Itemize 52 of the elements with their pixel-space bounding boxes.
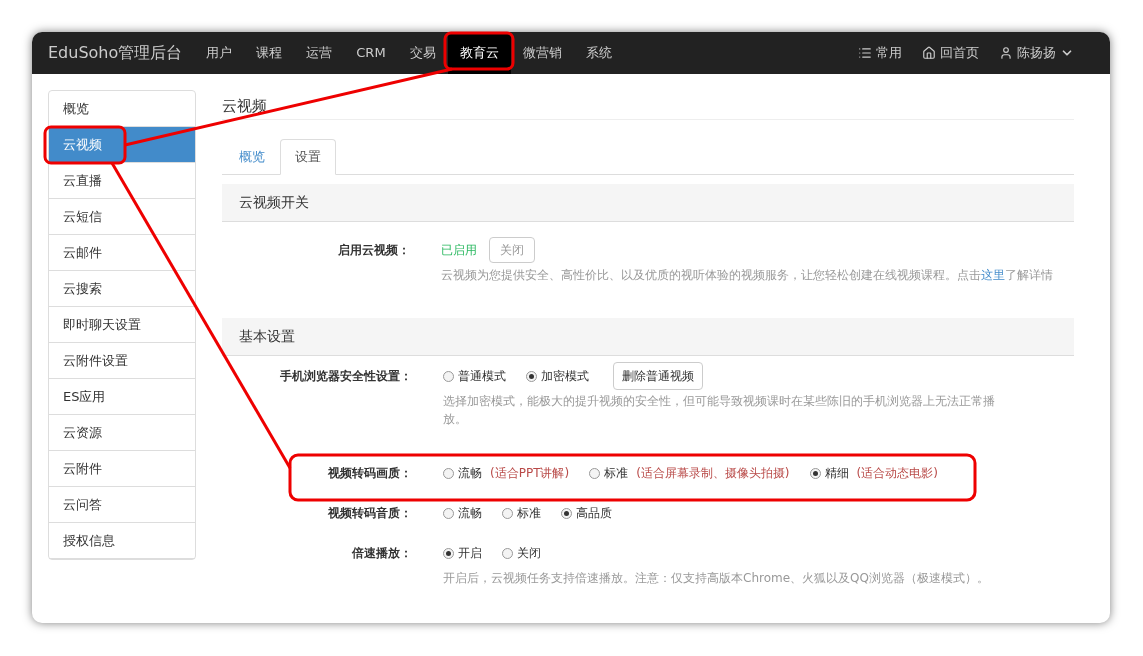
section-header: 基本设置 [222, 318, 1074, 356]
tab[interactable]: 设置 [280, 139, 336, 175]
nav-item[interactable]: 课程 [244, 32, 295, 74]
radio-label: 加密模式 [541, 368, 589, 385]
help-text: 选择加密模式，能极大的提升视频的安全性，但可能导致视频课时在某些陈旧的手机浏览器上无法正常播放。 [443, 393, 996, 428]
sidebar-item[interactable]: 授权信息 [49, 523, 195, 559]
sidebar-item[interactable]: 云附件 [49, 451, 195, 487]
sidebar-item[interactable]: 云邮件 [49, 235, 195, 271]
nav-item[interactable]: 交易 [397, 32, 448, 74]
nav-item[interactable]: CRM [344, 32, 398, 74]
sidebar-item[interactable]: 云搜索 [49, 271, 195, 307]
help-text: 云视频为您提供安全、高性价比、以及优质的视听体验的视频服务，让您轻松创建在线视频课程。点击这里了解详情 [440, 267, 1054, 284]
sidebar-item[interactable]: 云直播 [49, 163, 195, 199]
page-title: 云视频 [222, 97, 267, 115]
nav-item[interactable]: 运营 [294, 32, 345, 74]
nav-link[interactable]: 陈扬扬 [999, 43, 1074, 63]
status-text: 已启用 [440, 242, 477, 259]
nav-link[interactable]: 回首页 [922, 43, 979, 63]
section-header: 云视频开关 [222, 184, 1074, 222]
nav-item[interactable]: 系统 [573, 32, 624, 74]
sidebar-item[interactable]: 即时聊天设置 [49, 307, 195, 343]
brand-logo[interactable]: EduSoho管理后台 [48, 41, 183, 65]
radio-label: 高品质 [576, 505, 612, 522]
help-text: 开启后，云视频任务支持倍速播放。注意：仅支持高版本Chrome、火狐以及QQ浏览器（极速模式）。 [443, 570, 990, 587]
nav-link[interactable]: 常用 [858, 43, 902, 63]
radio-label: 开启 [458, 545, 482, 562]
field-label: 倍速播放： [351, 545, 412, 562]
radio-label: 标准 [517, 505, 541, 522]
radio-label: 标准 [604, 465, 629, 482]
sidebar-item[interactable]: 云资源 [49, 415, 195, 451]
radio-label: 流畅 [458, 505, 482, 522]
radio-label: 流畅 [458, 465, 482, 482]
radio-label: 普通模式 [458, 368, 506, 385]
nav-item[interactable]: 微营销 [510, 32, 574, 74]
field-label: 视频转码画质： [327, 465, 412, 482]
field-label: 手机浏览器安全性设置： [279, 368, 412, 385]
tab[interactable]: 概览 [224, 139, 280, 175]
field-label: 启用云视频： [336, 242, 410, 259]
nav-item[interactable]: 用户 [194, 32, 245, 74]
sidebar-item[interactable]: 云视频 [49, 127, 195, 163]
sidebar-item[interactable]: ES应用 [49, 379, 195, 415]
option-note: (适合屏幕录制、摄像头拍摄) [636, 465, 790, 482]
details-link[interactable]: 这里 [980, 268, 1005, 282]
radio-label: 关闭 [517, 545, 541, 562]
sidebar-item[interactable]: 云短信 [49, 199, 195, 235]
sidebar-item[interactable]: 云附件设置 [49, 343, 195, 379]
sidebar-item[interactable]: 云问答 [49, 487, 195, 523]
field-label: 视频转码音质： [327, 505, 412, 522]
radio-label: 精细 [824, 465, 849, 482]
option-note: (适合PPT讲解) [490, 465, 570, 482]
delete-button[interactable]: 删除普通视频 [613, 362, 703, 390]
option-note: (适合动态电影) [856, 465, 938, 482]
